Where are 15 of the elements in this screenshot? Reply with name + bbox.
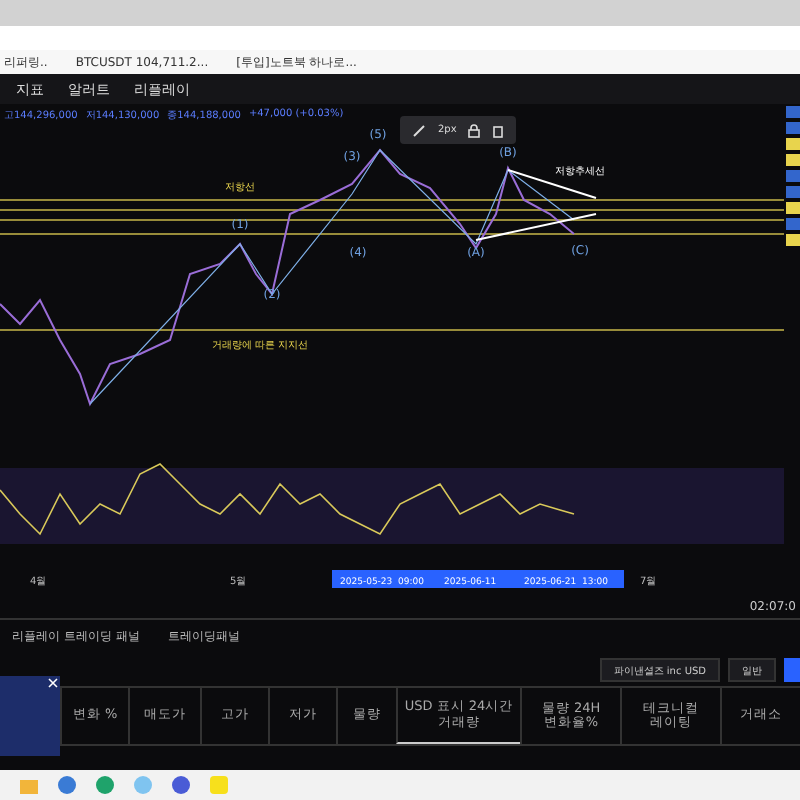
- price-tag-marker: [786, 202, 800, 214]
- folder-icon[interactable]: [20, 777, 38, 793]
- price-tag-marker: [786, 154, 800, 166]
- app-icon[interactable]: [58, 776, 76, 794]
- price-tag-marker: [786, 122, 800, 134]
- price-tag-marker: [786, 186, 800, 198]
- price-tag-marker: [786, 138, 800, 150]
- pencil-icon[interactable]: [412, 123, 426, 137]
- price-tag-marker: [786, 218, 800, 230]
- close-icon[interactable]: [48, 678, 58, 688]
- lock-icon[interactable]: [468, 123, 481, 137]
- price-tag-marker: [786, 170, 800, 182]
- price-tag-marker: [786, 234, 800, 246]
- price-tag-marker: [786, 106, 800, 118]
- trash-icon[interactable]: [492, 123, 505, 137]
